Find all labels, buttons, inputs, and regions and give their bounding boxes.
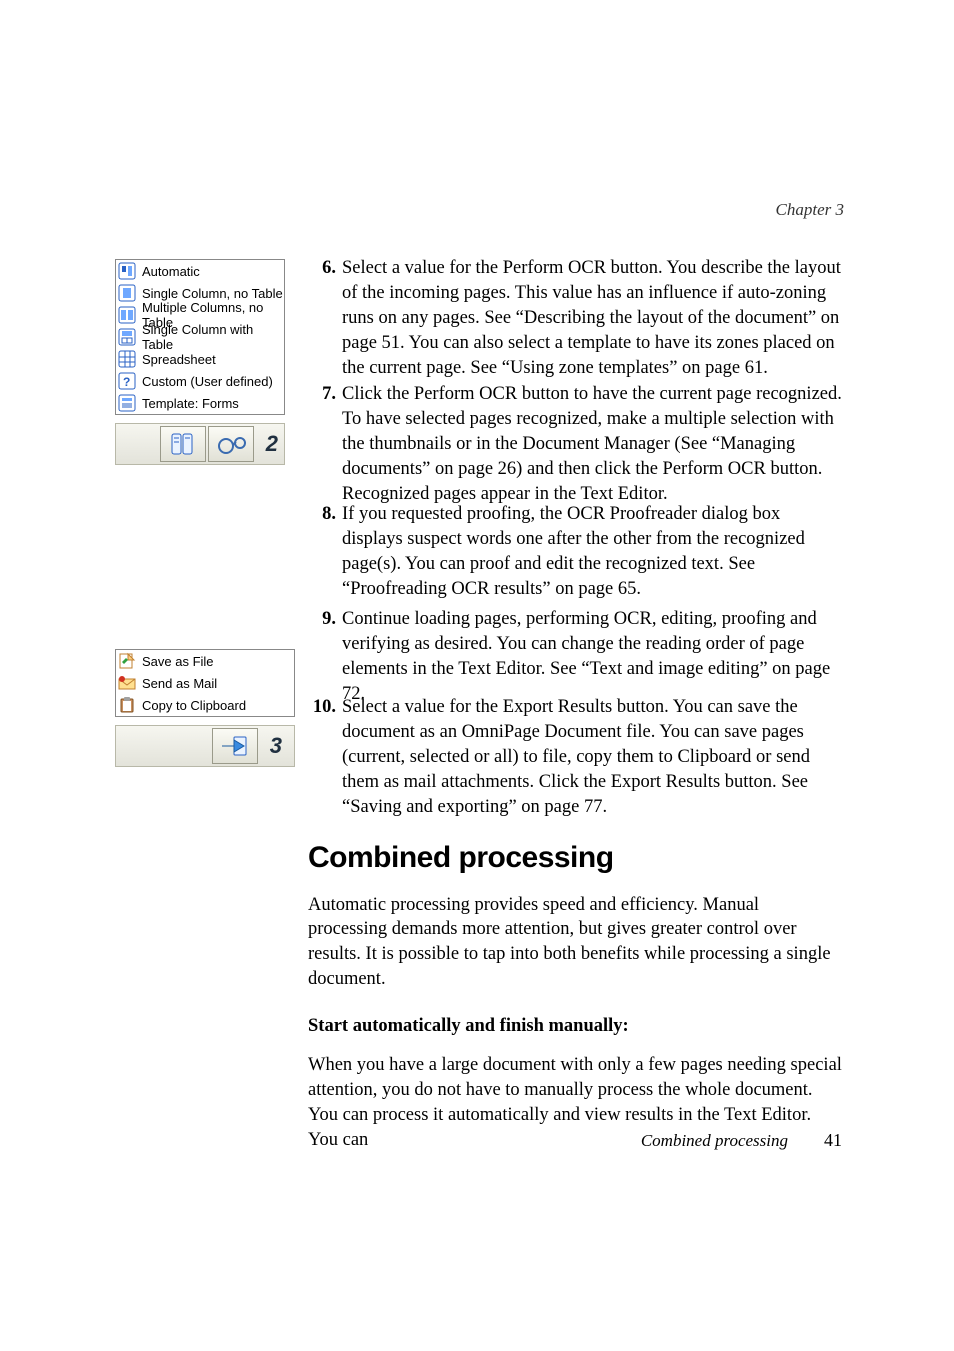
ocr-button[interactable] bbox=[208, 426, 254, 462]
section-subheading: Start automatically and finish manually: bbox=[308, 1014, 842, 1039]
menu-item-automatic[interactable]: Automatic bbox=[116, 260, 284, 282]
menu-label: Save as File bbox=[142, 654, 214, 669]
step-number: 7. bbox=[308, 382, 342, 507]
layout-menu-figure: Automatic Single Column, no Table Multip… bbox=[115, 259, 285, 465]
export-toolbar: 3 bbox=[115, 725, 295, 767]
export-button[interactable] bbox=[212, 728, 258, 764]
menu-item-single-col-table[interactable]: Single Column with Table bbox=[116, 326, 284, 348]
multi-column-icon bbox=[118, 306, 136, 324]
menu-item-send-mail[interactable]: Send as Mail bbox=[116, 672, 294, 694]
automatic-icon bbox=[118, 262, 136, 280]
footer-title: Combined processing bbox=[641, 1131, 788, 1151]
step-number: 2 bbox=[266, 431, 278, 457]
menu-label: Copy to Clipboard bbox=[142, 698, 246, 713]
menu-label: Send as Mail bbox=[142, 676, 217, 691]
section-heading: Combined processing bbox=[308, 838, 842, 879]
step-10: 10. Select a value for the Export Result… bbox=[308, 695, 842, 820]
step-text: Select a value for the Export Results bu… bbox=[342, 695, 842, 820]
menu-label: Custom (User defined) bbox=[142, 374, 273, 389]
menu-item-custom[interactable]: ? Custom (User defined) bbox=[116, 370, 284, 392]
section-para-1: Automatic processing provides speed and … bbox=[308, 893, 842, 993]
menu-item-save-file[interactable]: Save as File bbox=[116, 650, 294, 672]
export-arrow-icon bbox=[220, 733, 250, 759]
single-column-table-icon bbox=[118, 328, 136, 346]
menu-label: Template: Forms bbox=[142, 396, 239, 411]
layout-button[interactable] bbox=[160, 426, 206, 462]
step-text: Select a value for the Perform OCR butto… bbox=[342, 256, 842, 381]
menu-label: Spreadsheet bbox=[142, 352, 216, 367]
layout-multi-icon bbox=[170, 431, 196, 457]
step-text: Continue loading pages, performing OCR, … bbox=[342, 607, 842, 707]
svg-text:?: ? bbox=[123, 375, 130, 389]
menu-label: Automatic bbox=[142, 264, 200, 279]
chapter-header: Chapter 3 bbox=[776, 200, 844, 220]
export-menu: Save as File Send as Mail Copy to Clipbo… bbox=[115, 649, 295, 717]
layout-toolbar: 2 bbox=[115, 423, 285, 465]
menu-item-copy-clipboard[interactable]: Copy to Clipboard bbox=[116, 694, 294, 716]
step-number: 8. bbox=[308, 502, 342, 602]
template-icon bbox=[118, 394, 136, 412]
single-column-icon bbox=[118, 284, 136, 302]
glasses-icon bbox=[216, 431, 246, 457]
custom-icon: ? bbox=[118, 372, 136, 390]
clipboard-icon bbox=[118, 696, 136, 714]
step-6: 6. Select a value for the Perform OCR bu… bbox=[308, 256, 842, 381]
step-number: 3 bbox=[270, 733, 282, 759]
step-text: If you requested proofing, the OCR Proof… bbox=[342, 502, 842, 602]
step-text: Click the Perform OCR button to have the… bbox=[342, 382, 842, 507]
save-file-icon bbox=[118, 652, 136, 670]
step-number: 6. bbox=[308, 256, 342, 381]
menu-label: Single Column with Table bbox=[142, 322, 284, 352]
menu-item-template[interactable]: Template: Forms bbox=[116, 392, 284, 414]
page-footer: Combined processing 41 bbox=[641, 1130, 842, 1151]
step-7: 7. Click the Perform OCR button to have … bbox=[308, 382, 842, 507]
export-menu-figure: Save as File Send as Mail Copy to Clipbo… bbox=[115, 649, 295, 767]
footer-page-number: 41 bbox=[824, 1130, 842, 1151]
spreadsheet-icon bbox=[118, 350, 136, 368]
menu-label: Single Column, no Table bbox=[142, 286, 283, 301]
step-9: 9. Continue loading pages, performing OC… bbox=[308, 607, 842, 707]
step-number: 9. bbox=[308, 607, 342, 707]
send-mail-icon bbox=[118, 674, 136, 692]
layout-menu: Automatic Single Column, no Table Multip… bbox=[115, 259, 285, 415]
step-8: 8. If you requested proofing, the OCR Pr… bbox=[308, 502, 842, 602]
page: Chapter 3 Automatic Single Column, no Ta… bbox=[0, 0, 954, 1351]
step-number: 10. bbox=[308, 695, 342, 820]
